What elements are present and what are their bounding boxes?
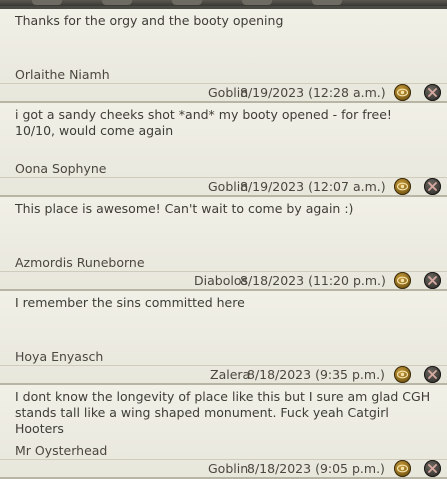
comment-datetime: 8/19/2023 (12:07 a.m.) [240, 179, 386, 194]
close-icon [428, 464, 437, 473]
view-profile-button[interactable] [394, 366, 411, 383]
tab-edge[interactable] [32, 0, 62, 5]
comment-list: Thanks for the orgy and the booty openin… [0, 0, 447, 479]
divider [0, 365, 447, 366]
comment-datetime: 8/18/2023 (9:35 p.m.) [247, 367, 385, 382]
view-profile-button[interactable] [394, 178, 411, 195]
view-profile-button[interactable] [394, 460, 411, 477]
view-profile-button[interactable] [394, 272, 411, 289]
comment-datetime: 8/19/2023 (12:28 a.m.) [240, 85, 386, 100]
tab-strip-edge [0, 0, 447, 6]
comment-text: i got a sandy cheeks shot *and* my booty… [15, 107, 392, 138]
remove-comment-button[interactable] [424, 460, 441, 477]
comment-author[interactable]: Hoya Enyasch [15, 349, 103, 364]
remove-comment-button[interactable] [424, 178, 441, 195]
comment-datetime: 8/18/2023 (11:20 p.m.) [240, 273, 386, 288]
comment-datetime: 8/18/2023 (9:05 p.m.) [247, 461, 385, 476]
comment-entry: I dont know the longevity of place like … [0, 385, 447, 479]
tab-edge[interactable] [172, 0, 202, 5]
divider [0, 177, 447, 178]
comment-entry: This place is awesome! Can't wait to com… [0, 197, 447, 291]
comment-meta: Goblin 8/19/2023 (12:28 a.m.) [0, 83, 447, 101]
close-icon [428, 88, 437, 97]
remove-comment-button[interactable] [424, 366, 441, 383]
tab-edge[interactable] [312, 0, 342, 5]
remove-comment-button[interactable] [424, 84, 441, 101]
close-icon [428, 276, 437, 285]
remove-comment-button[interactable] [424, 272, 441, 289]
comment-entry: I remember the sins committed here Hoya E… [0, 291, 447, 385]
eye-icon [397, 88, 408, 97]
comment-author[interactable]: Oona Sophyne [15, 161, 107, 176]
comment-text: This place is awesome! Can't wait to com… [15, 201, 354, 216]
comment-author[interactable]: Orlaithe Niamh [15, 67, 110, 82]
comment-text: I remember the sins committed here [15, 295, 245, 310]
close-icon [428, 370, 437, 379]
tab-edge[interactable] [242, 0, 272, 5]
comment-world: Goblin [208, 461, 249, 476]
eye-icon [397, 370, 408, 379]
comment-entry: i got a sandy cheeks shot *and* my booty… [0, 103, 447, 197]
comment-text: I dont know the longevity of place like … [15, 389, 431, 436]
comment-author[interactable]: Mr Oysterhead [15, 443, 107, 458]
tab-edge[interactable] [102, 0, 132, 5]
comment-author[interactable]: Azmordis Runeborne [15, 255, 145, 270]
eye-icon [397, 182, 408, 191]
comment-meta: Goblin 8/18/2023 (9:05 p.m.) [0, 459, 447, 477]
comment-meta: Zalera 8/18/2023 (9:35 p.m.) [0, 365, 447, 383]
divider [0, 271, 447, 272]
comment-meta: Diabolos 8/18/2023 (11:20 p.m.) [0, 271, 447, 289]
divider [0, 459, 447, 460]
comment-entry: Thanks for the orgy and the booty openin… [0, 9, 447, 103]
comment-meta: Goblin 8/19/2023 (12:07 a.m.) [0, 177, 447, 195]
divider [0, 83, 447, 84]
comment-text: Thanks for the orgy and the booty openin… [15, 13, 284, 28]
comment-world: Zalera [210, 367, 251, 382]
close-icon [428, 182, 437, 191]
eye-icon [397, 276, 408, 285]
view-profile-button[interactable] [394, 84, 411, 101]
eye-icon [397, 464, 408, 473]
